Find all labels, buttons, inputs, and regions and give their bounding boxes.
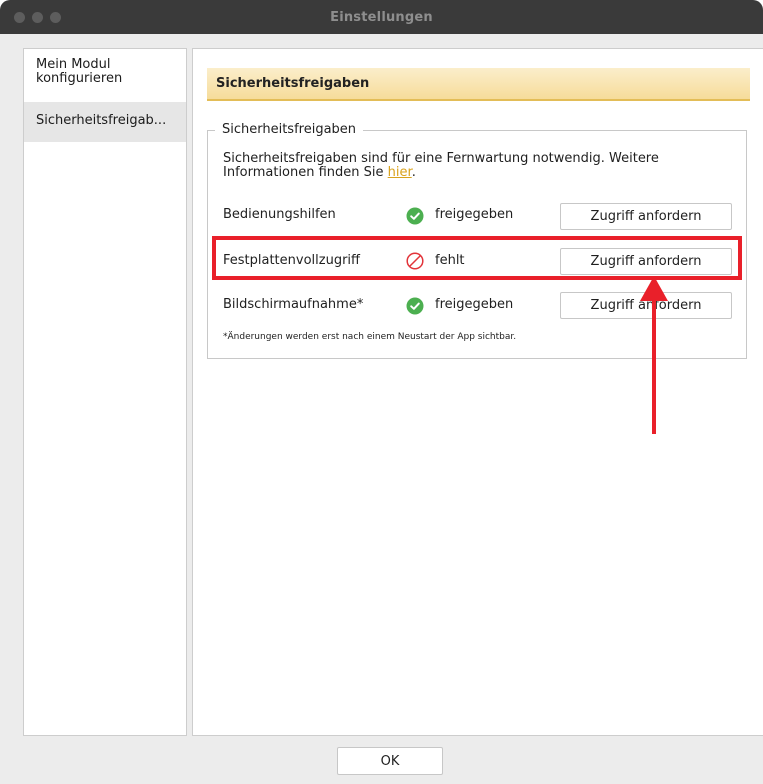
info-link[interactable]: hier (388, 165, 412, 180)
intro-text: Sicherheitsfreigaben sind für eine Fernw… (223, 152, 733, 180)
request-access-button[interactable]: Zugriff anfordern (560, 203, 732, 230)
settings-panel: Sicherheitsfreigaben Sicherheitsfreigabe… (192, 48, 763, 736)
intro-line-2-text: Informationen finden Sie (223, 165, 388, 180)
ok-button[interactable]: OK (337, 747, 443, 775)
permission-label-festplattenvollzugriff: Festplattenvollzugriff (223, 253, 360, 268)
restart-footnote: *Änderungen werden erst nach einem Neust… (223, 332, 517, 342)
minimize-window-icon[interactable] (32, 12, 43, 23)
request-access-button[interactable]: Zugriff anfordern (560, 248, 732, 275)
sidebar-item-label: Sicherheitsfreigab... (36, 113, 167, 128)
sidebar-item-label-line1: Mein Modul (36, 57, 111, 72)
zoom-window-icon[interactable] (50, 12, 61, 23)
permission-status: fehlt (435, 253, 465, 268)
section-header: Sicherheitsfreigaben (207, 68, 750, 101)
permission-label-bildschirmaufnahme: Bildschirmaufnahme* (223, 297, 364, 312)
intro-line-1: Sicherheitsfreigaben sind für eine Fernw… (223, 151, 659, 166)
window-title: Einstellungen (330, 9, 433, 25)
sidebar: Mein Modul konfigurieren Sicherheitsfrei… (23, 48, 187, 736)
permission-status: freigegeben (435, 207, 514, 222)
check-circle-icon (406, 297, 424, 315)
check-circle-icon (406, 207, 424, 225)
sidebar-item-label-line2: konfigurieren (36, 71, 123, 86)
intro-line-2-period: . (411, 165, 416, 180)
sidebar-item-modul-konfigurieren[interactable]: Mein Modul konfigurieren (24, 58, 186, 98)
permissions-group: Sicherheitsfreigaben Sicherheitsfreigabe… (207, 122, 747, 359)
prohibited-icon (406, 252, 424, 270)
group-legend: Sicherheitsfreigaben (215, 122, 364, 137)
title-bar[interactable]: Einstellungen (0, 0, 763, 34)
sidebar-item-sicherheitsfreigaben[interactable]: Sicherheitsfreigab... (24, 102, 186, 142)
close-window-icon[interactable] (14, 12, 25, 23)
permission-label-bedienungshilfen: Bedienungshilfen (223, 207, 336, 222)
section-title: Sicherheitsfreigaben (216, 76, 370, 91)
settings-window: Einstellungen Mein Modul konfigurieren S… (0, 0, 763, 784)
permission-status: freigegeben (435, 297, 514, 312)
request-access-button[interactable]: Zugriff anfordern (560, 292, 732, 319)
intro-line-2: Informationen finden Sie hier. (223, 166, 733, 180)
